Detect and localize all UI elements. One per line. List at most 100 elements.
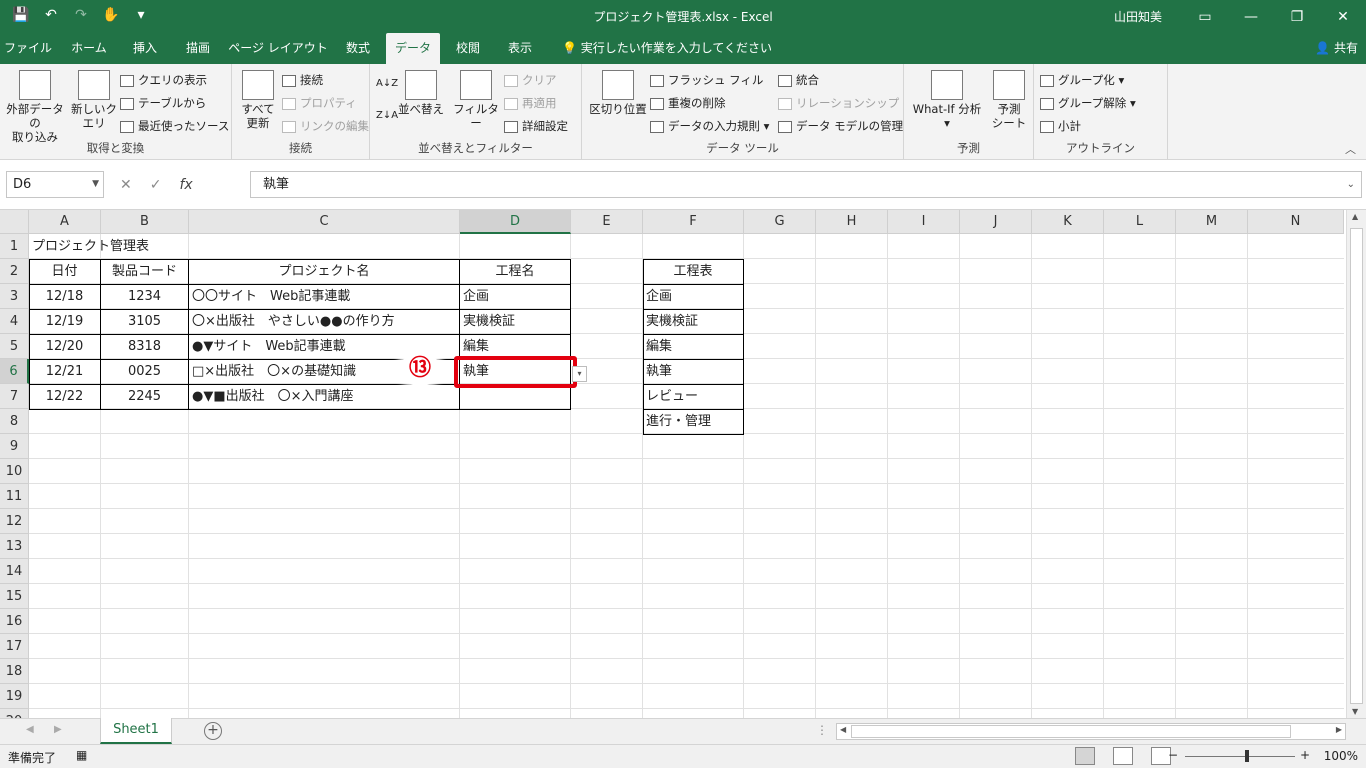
normal-view-icon[interactable] bbox=[1075, 747, 1095, 765]
tab-review[interactable]: 校閲 bbox=[444, 33, 492, 64]
column-header-H[interactable]: H bbox=[816, 210, 888, 234]
tab-home[interactable]: ホーム bbox=[62, 33, 116, 64]
process-table-header[interactable]: 工程表 bbox=[643, 259, 743, 284]
worksheet-grid[interactable]: ABCDEFGHIJKLMN 1 2 3 4 5 6 7 8 9 10 11 12 13 14 15 16 17… bbox=[0, 210, 1366, 718]
cell-date[interactable]: 12/19 bbox=[29, 309, 100, 334]
horizontal-scroll-thumb[interactable] bbox=[851, 725, 1291, 738]
relationships-button[interactable]: リレーションシップ bbox=[778, 93, 899, 113]
process-item[interactable]: 進行・管理 bbox=[643, 409, 743, 434]
row-header-19[interactable]: 19 bbox=[0, 684, 29, 709]
header-date[interactable]: 日付 bbox=[29, 259, 100, 284]
what-if-analysis-button[interactable]: What-If 分析 ▾ bbox=[908, 70, 986, 130]
column-header-K[interactable]: K bbox=[1032, 210, 1104, 234]
name-box[interactable]: D6 ▼ bbox=[6, 171, 104, 198]
formula-input[interactable]: 執筆 ⌄ bbox=[250, 171, 1362, 198]
row-header-8[interactable]: 8 bbox=[0, 409, 29, 434]
row-header-14[interactable]: 14 bbox=[0, 559, 29, 584]
cell-code[interactable]: 2245 bbox=[101, 384, 188, 409]
scroll-down-icon[interactable]: ▼ bbox=[1352, 707, 1358, 716]
sort-ascending-button[interactable]: A↓Z bbox=[376, 74, 398, 94]
close-icon[interactable]: ✕ bbox=[1320, 9, 1366, 25]
process-item[interactable]: 編集 bbox=[643, 334, 743, 359]
cell-code[interactable]: 8318 bbox=[101, 334, 188, 359]
page-layout-view-icon[interactable] bbox=[1113, 747, 1133, 765]
column-header-B[interactable]: B bbox=[101, 210, 189, 234]
row-header-6[interactable]: 6 bbox=[0, 359, 29, 384]
row-header-18[interactable]: 18 bbox=[0, 659, 29, 684]
tab-insert[interactable]: 挿入 bbox=[120, 33, 170, 64]
column-header-I[interactable]: I bbox=[888, 210, 960, 234]
row-header-7[interactable]: 7 bbox=[0, 384, 29, 409]
expand-formula-bar-icon[interactable]: ⌄ bbox=[1347, 172, 1355, 197]
restore-icon[interactable]: ❐ bbox=[1274, 9, 1320, 25]
cell-date[interactable]: 12/20 bbox=[29, 334, 100, 359]
row-header-5[interactable]: 5 bbox=[0, 334, 29, 359]
column-header-D[interactable]: D bbox=[460, 210, 571, 234]
row-header-13[interactable]: 13 bbox=[0, 534, 29, 559]
zoom-slider[interactable] bbox=[1185, 750, 1295, 762]
process-item[interactable]: 実機検証 bbox=[643, 309, 743, 334]
new-query-button[interactable]: 新しいク エリ bbox=[70, 70, 118, 130]
row-header-2[interactable]: 2 bbox=[0, 259, 29, 284]
header-product-code[interactable]: 製品コード bbox=[101, 259, 188, 284]
cell-date[interactable]: 12/21 bbox=[29, 359, 100, 384]
column-header-E[interactable]: E bbox=[571, 210, 643, 234]
row-header-1[interactable]: 1 bbox=[0, 234, 29, 259]
row-header-3[interactable]: 3 bbox=[0, 284, 29, 309]
share-button[interactable]: 👤 共有 bbox=[1315, 33, 1358, 64]
recent-sources-button[interactable]: 最近使ったソース bbox=[120, 116, 229, 136]
validation-dropdown-icon[interactable]: ▾ bbox=[572, 366, 587, 382]
split-handle-icon[interactable]: ⋮ bbox=[816, 723, 828, 737]
group-button[interactable]: グループ化 ▾ bbox=[1040, 70, 1124, 90]
vertical-scroll-thumb[interactable] bbox=[1350, 228, 1363, 704]
advanced-filter-button[interactable]: 詳細設定 bbox=[504, 116, 568, 136]
row-header-12[interactable]: 12 bbox=[0, 509, 29, 534]
cell-step[interactable]: 企画 bbox=[460, 284, 570, 309]
sort-button[interactable]: 並べ替え bbox=[398, 70, 444, 116]
horizontal-scrollbar[interactable]: ◀ ▶ bbox=[836, 723, 1346, 740]
row-header-4[interactable]: 4 bbox=[0, 309, 29, 334]
tab-file[interactable]: ファイル bbox=[0, 33, 56, 64]
row-header-15[interactable]: 15 bbox=[0, 584, 29, 609]
subtotal-button[interactable]: 小計 bbox=[1040, 116, 1081, 136]
tell-me-search[interactable]: 💡 実行したい作業を入力してください bbox=[562, 33, 772, 64]
clear-button[interactable]: クリア bbox=[504, 70, 557, 90]
tab-formulas[interactable]: 数式 bbox=[334, 33, 382, 64]
text-to-columns-button[interactable]: 区切り位置 bbox=[586, 70, 650, 116]
prev-sheet-icon[interactable]: ◀ bbox=[26, 724, 34, 735]
cell-A1[interactable]: プロジェクト管理表 bbox=[29, 234, 152, 259]
ribbon-display-options-icon[interactable]: ▭ bbox=[1182, 9, 1228, 25]
process-item[interactable]: 企画 bbox=[643, 284, 743, 309]
zoom-level[interactable]: 100% bbox=[1324, 749, 1358, 763]
connections-button[interactable]: 接続 bbox=[282, 70, 323, 90]
name-box-dropdown-icon[interactable]: ▼ bbox=[92, 172, 99, 197]
cell-name[interactable]: ●▼■出版社 〇×入門講座 bbox=[189, 384, 459, 409]
add-sheet-icon[interactable]: + bbox=[204, 722, 222, 740]
properties-button[interactable]: プロパティ bbox=[282, 93, 357, 113]
vertical-scrollbar[interactable]: ▲ ▼ bbox=[1346, 210, 1366, 718]
cell-code[interactable]: 0025 bbox=[101, 359, 188, 384]
show-query-button[interactable]: クエリの表示 bbox=[120, 70, 207, 90]
remove-duplicates-button[interactable]: 重複の削除 bbox=[650, 93, 726, 113]
zoom-slider-knob[interactable] bbox=[1245, 750, 1249, 762]
zoom-out-icon[interactable]: − bbox=[1168, 748, 1178, 762]
column-header-J[interactable]: J bbox=[960, 210, 1032, 234]
column-header-A[interactable]: A bbox=[29, 210, 101, 234]
filter-button[interactable]: フィルター bbox=[450, 70, 502, 130]
data-validation-button[interactable]: データの入力規則 ▾ bbox=[650, 116, 769, 136]
cancel-icon[interactable]: ✕ bbox=[120, 177, 132, 193]
external-data-button[interactable]: 外部データの 取り込み bbox=[2, 70, 68, 144]
cell-date[interactable]: 12/22 bbox=[29, 384, 100, 409]
collapse-ribbon-icon[interactable]: ︿ bbox=[1345, 141, 1356, 157]
consolidate-button[interactable]: 統合 bbox=[778, 70, 819, 90]
row-header-20[interactable]: 20 bbox=[0, 709, 29, 718]
process-item[interactable]: 執筆 bbox=[643, 359, 743, 384]
cell-name[interactable]: 〇〇サイト Web記事連載 bbox=[189, 284, 459, 309]
tab-page-layout[interactable]: ページ レイアウト bbox=[228, 33, 328, 64]
sort-descending-button[interactable]: Z↓A bbox=[376, 106, 398, 126]
cell-name[interactable]: 〇×出版社 やさしい●●の作り方 bbox=[189, 309, 459, 334]
sheet-tab-sheet1[interactable]: Sheet1 bbox=[100, 718, 172, 744]
tab-data[interactable]: データ bbox=[386, 33, 440, 64]
row-header-11[interactable]: 11 bbox=[0, 484, 29, 509]
reapply-button[interactable]: 再適用 bbox=[504, 93, 557, 113]
